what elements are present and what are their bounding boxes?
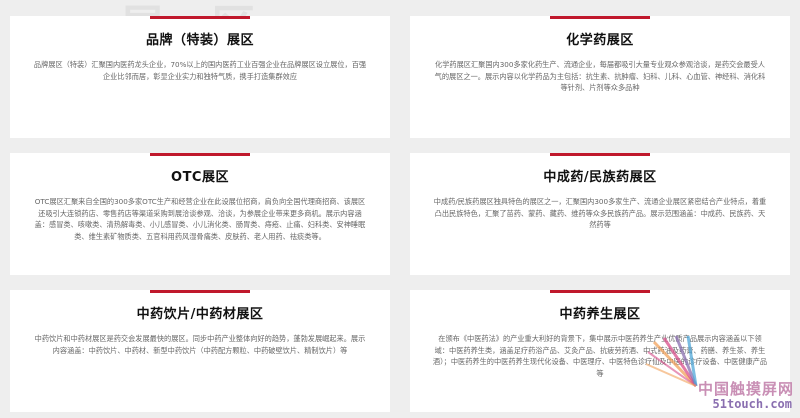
zone-description: 中药饮片和中药材展区是药交会发展最快的展区。同步中药产业整体向好的趋势，蓬勃发展… <box>34 334 366 355</box>
title-accent-bar <box>550 290 650 293</box>
zone-card-otc[interactable]: OTC展区 OTC展区汇聚来自全国的300多家OTC生产和经营企业在此设展位招商… <box>10 153 390 275</box>
zone-card-decoction-pieces[interactable]: 中药饮片/中药材展区 中药饮片和中药材展区是药交会发展最快的展区。同步中药产业整… <box>10 290 390 412</box>
zone-card-brand[interactable]: 品牌（特装）展区 品牌展区（特装）汇聚国内医药龙头企业，70%以上的国内医药工业… <box>10 16 390 138</box>
zone-description: 品牌展区（特装）汇聚国内医药龙头企业，70%以上的国内医药工业百强企业在品牌展区… <box>33 60 367 81</box>
zone-description: 中成药/民族药展区独具特色的展区之一，汇聚国内300多家生产、流通企业展区紧密结… <box>433 197 767 229</box>
title-accent-bar <box>550 16 650 19</box>
zone-title: 品牌（特装）展区 <box>145 33 254 48</box>
zone-title: 化学药展区 <box>566 33 634 48</box>
zone-title: 中药养生展区 <box>559 307 641 322</box>
zone-title: 中药饮片/中药材展区 <box>136 307 264 322</box>
zone-card-chinese-patent-medicine[interactable]: 中成药/民族药展区 中成药/民族药展区独具特色的展区之一，汇聚国内300多家生产… <box>410 153 790 275</box>
title-accent-bar <box>150 290 250 293</box>
zone-description: 化学药展区汇聚国内300多家化药生产、流通企业，每届都吸引大量专业观众参观洽谈，… <box>434 60 766 92</box>
title-accent-bar <box>150 153 250 156</box>
zone-description: OTC展区汇聚来自全国的300多家OTC生产和经营企业在此设展位招商，肩负向全国… <box>34 197 366 241</box>
title-accent-bar <box>150 16 250 19</box>
watermark-cn-text: 中国触摸屏网 <box>697 380 794 398</box>
zone-title: OTC展区 <box>171 170 229 185</box>
zone-card-chemical-drugs[interactable]: 化学药展区 化学药展区汇聚国内300多家化药生产、流通企业，每届都吸引大量专业观… <box>410 16 790 138</box>
watermark-en-text: 51touch.com <box>712 397 792 411</box>
title-accent-bar <box>550 153 650 156</box>
site-watermark: 中国触摸屏网 51touch.com <box>644 334 794 414</box>
zone-title: 中成药/民族药展区 <box>543 170 657 185</box>
